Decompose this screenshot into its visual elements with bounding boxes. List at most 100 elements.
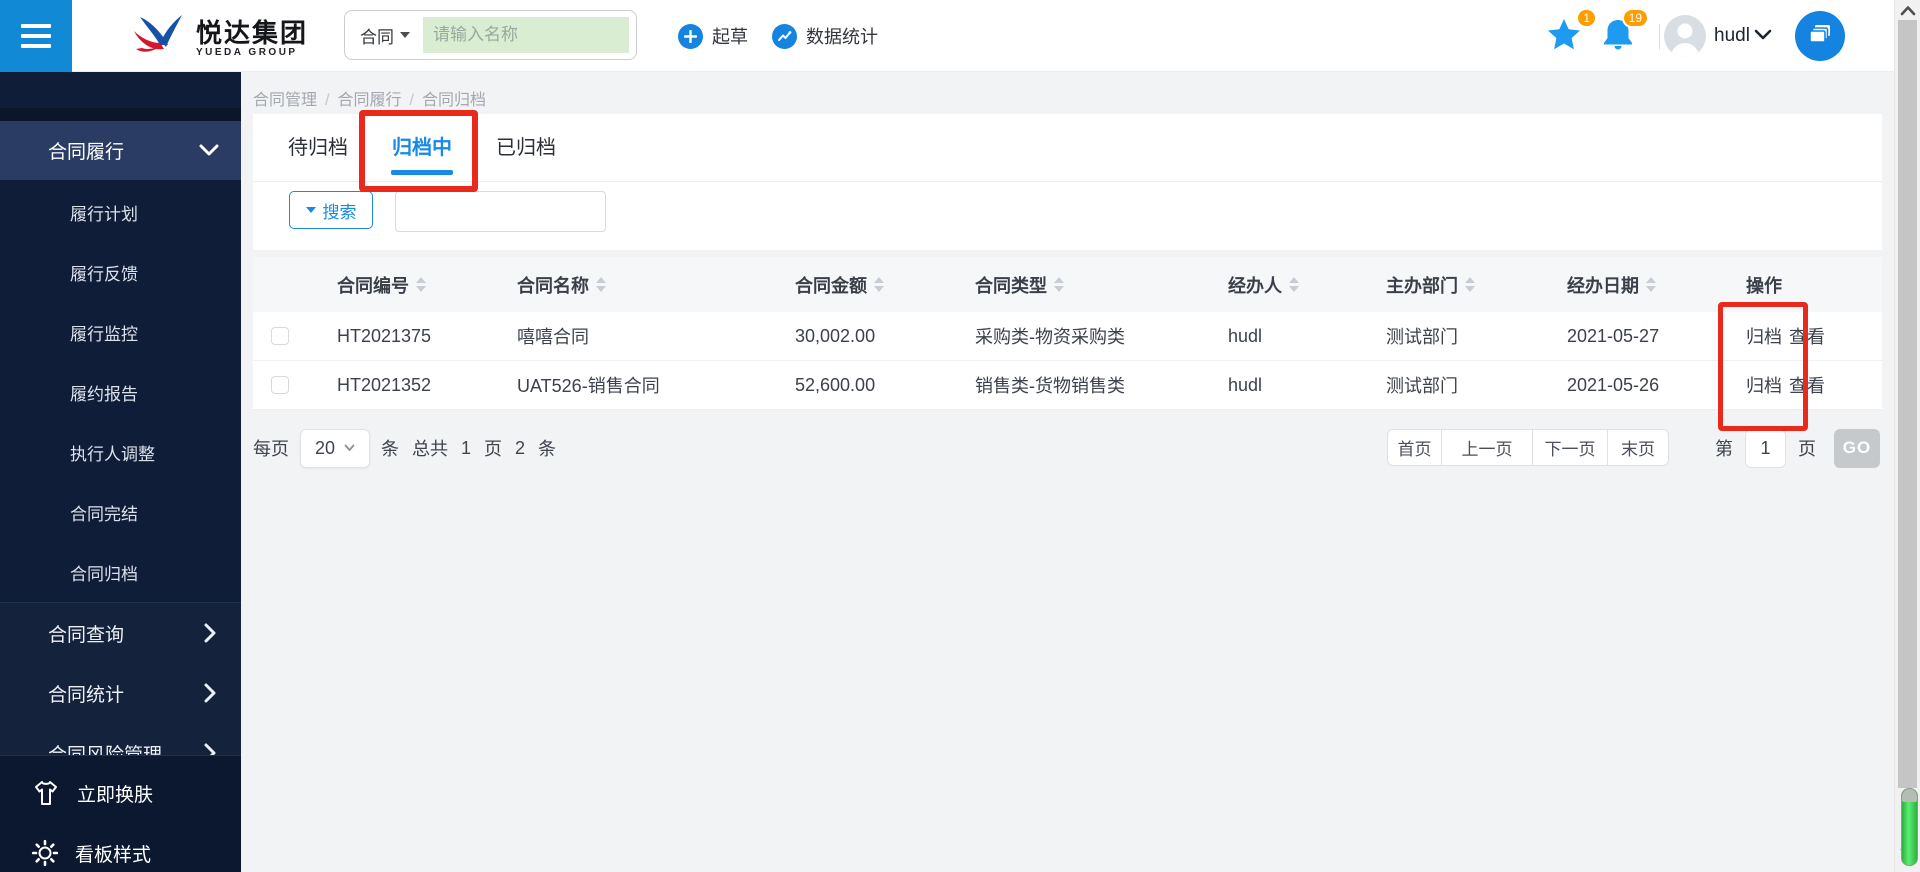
sidebar-item-executor-adjust[interactable]: 执行人调整	[0, 422, 241, 482]
sidebar-sub-label: 履行监控	[70, 324, 138, 344]
cell-contract-code: HT2021352	[337, 374, 432, 395]
sidebar-item-contract-performance[interactable]: 合同履行	[0, 121, 241, 180]
notifications-badge: 19	[1621, 8, 1649, 28]
sort-icon[interactable]	[1054, 277, 1064, 292]
view-link[interactable]: 查看	[1789, 372, 1825, 398]
sidebar-sub-label: 执行人调整	[70, 444, 155, 464]
cell-date: 2021-05-26	[1567, 374, 1660, 395]
row-checkbox[interactable]	[271, 376, 289, 394]
total-items: 2	[515, 437, 526, 458]
search-category-label: 合同	[360, 27, 394, 47]
pagination-summary: 每页 20 条 总共 1 页 2 条	[253, 428, 556, 468]
next-page-button[interactable]: 下一页	[1533, 429, 1608, 466]
sort-icon[interactable]	[416, 277, 426, 292]
breadcrumb-separator: /	[409, 92, 414, 109]
last-page-button[interactable]: 末页	[1608, 429, 1669, 466]
board-style-button[interactable]: 看板样式	[0, 830, 241, 872]
go-button[interactable]: GO	[1834, 428, 1880, 468]
tab-archiving[interactable]: 归档中	[392, 114, 452, 182]
sidebar-item-contract-query[interactable]: 合同查询	[0, 603, 241, 663]
column-contract-code[interactable]: 合同编号	[320, 272, 500, 298]
cell-contract-amount: 52,600.00	[795, 374, 876, 395]
sidebar-item-performance-monitor[interactable]: 履行监控	[0, 302, 241, 362]
sidebar-footer: 立即换肤 看板样式	[0, 755, 241, 872]
sidebar-item-contract-archive[interactable]: 合同归档	[0, 542, 241, 602]
menu-toggle-button[interactable]	[0, 0, 72, 72]
sidebar-item-contract-finish[interactable]: 合同完结	[0, 482, 241, 542]
hamburger-icon	[21, 24, 51, 48]
items-unit: 条	[538, 439, 557, 459]
user-menu[interactable]: hudl	[1714, 0, 1772, 72]
column-contract-name[interactable]: 合同名称	[500, 272, 780, 298]
cell-contract-amount: 30,002.00	[795, 325, 876, 346]
search-category-dropdown[interactable]: 合同	[360, 23, 410, 48]
table-row: HT2021375 嘻嘻合同 30,002.00 采购类-物资采购类 hudl …	[253, 312, 1882, 361]
chevron-up-icon	[1900, 5, 1916, 15]
sort-icon[interactable]	[1646, 277, 1656, 292]
archive-link[interactable]: 归档	[1746, 323, 1782, 349]
brand-text: 悦达集团 YUEDA GROUP	[196, 19, 308, 58]
sort-icon[interactable]	[1289, 277, 1299, 292]
draft-button[interactable]: 起草	[678, 0, 748, 72]
tab-archived[interactable]: 已归档	[496, 114, 556, 182]
contracts-table: 合同编号 合同名称 合同金额 合同类型 经办人 主办部门 经办日期 操作 HT2…	[253, 257, 1882, 410]
table-header-row: 合同编号 合同名称 合同金额 合同类型 经办人 主办部门 经办日期 操作	[253, 257, 1882, 312]
page-number-input[interactable]	[1745, 428, 1786, 468]
first-page-button[interactable]: 首页	[1387, 429, 1442, 466]
column-department[interactable]: 主办部门	[1360, 272, 1540, 298]
filter-keyword-input[interactable]	[395, 191, 606, 232]
filter-row: 搜索	[253, 182, 1882, 232]
items-unit: 条	[381, 439, 399, 459]
statistics-button[interactable]: 数据统计	[772, 0, 878, 72]
sort-icon[interactable]	[596, 277, 606, 292]
sidebar-item-contract-stats[interactable]: 合同统计	[0, 663, 241, 723]
chevron-down-icon	[400, 32, 410, 38]
sidebar-item-performance-report[interactable]: 履约报告	[0, 362, 241, 422]
scrollbar-thumb[interactable]	[1898, 20, 1917, 788]
top-bar: 悦达集团 YUEDA GROUP 合同 起草 数据统计	[0, 0, 1894, 72]
sidebar-item-performance-plan[interactable]: 履行计划	[0, 182, 241, 242]
sidebar-parent-label: 合同查询	[48, 624, 125, 646]
caret-down-icon	[305, 207, 316, 213]
column-contract-type[interactable]: 合同类型	[960, 272, 1205, 298]
per-page-select[interactable]: 20	[300, 428, 370, 468]
sidebar-sub-label: 履行计划	[70, 204, 138, 224]
prev-page-button[interactable]: 上一页	[1442, 429, 1533, 466]
cell-agent: hudl	[1228, 325, 1263, 346]
sidebar-sub-label: 履行反馈	[70, 264, 138, 284]
search-button-label: 搜索	[322, 202, 357, 222]
layers-icon	[1807, 22, 1833, 51]
breadcrumb-item[interactable]: 合同管理	[253, 92, 317, 109]
sort-icon[interactable]	[874, 277, 884, 292]
view-link[interactable]: 查看	[1789, 323, 1825, 349]
cell-contract-name: 嘻嘻合同	[517, 327, 589, 347]
cell-date: 2021-05-27	[1567, 325, 1660, 346]
avatar[interactable]	[1664, 15, 1706, 57]
breadcrumb-item[interactable]: 合同归档	[422, 92, 486, 109]
row-checkbox[interactable]	[271, 327, 289, 345]
column-agent[interactable]: 经办人	[1205, 272, 1360, 298]
workspace-switch-button[interactable]	[1795, 11, 1845, 61]
global-search-input[interactable]	[423, 17, 629, 53]
tab-pending-archive[interactable]: 待归档	[288, 114, 348, 182]
table-row: HT2021352 UAT526-销售合同 52,600.00 销售类-货物销售…	[253, 361, 1882, 410]
jump-suffix: 页	[1798, 439, 1816, 459]
sidebar-item-performance-feedback[interactable]: 履行反馈	[0, 242, 241, 302]
vertical-scrollbar[interactable]	[1894, 0, 1920, 872]
chevron-right-icon	[204, 623, 216, 643]
archive-link[interactable]: 归档	[1746, 372, 1782, 398]
change-skin-button[interactable]: 立即换肤	[0, 770, 241, 816]
brand-title: 悦达集团	[196, 18, 309, 48]
favorites-button[interactable]: 1	[1545, 8, 1597, 59]
column-contract-amount[interactable]: 合同金额	[780, 272, 960, 298]
cell-agent: hudl	[1228, 374, 1263, 395]
notifications-button[interactable]: 19	[1601, 8, 1649, 59]
column-date[interactable]: 经办日期	[1540, 272, 1700, 298]
jump-prefix: 第	[1715, 439, 1733, 459]
search-dropdown-button[interactable]: 搜索	[289, 191, 373, 229]
scroll-up-button[interactable]	[1898, 2, 1918, 18]
breadcrumb-separator: /	[325, 92, 330, 109]
breadcrumb-item[interactable]: 合同履行	[337, 92, 401, 109]
sort-icon[interactable]	[1465, 277, 1475, 292]
change-skin-label: 立即换肤	[77, 784, 154, 806]
